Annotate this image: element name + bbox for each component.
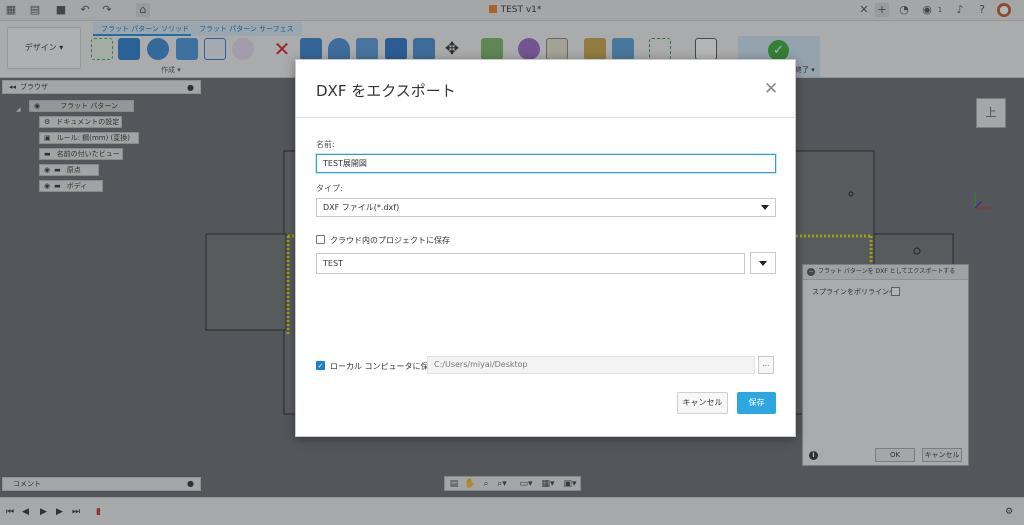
local-save-checkbox[interactable]: ✓ xyxy=(316,361,325,370)
dxf-export-dialog: DXF をエクスポート ✕ 名前: TEST展開図 タイプ: DXF ファイル(… xyxy=(295,59,796,437)
name-label: 名前: xyxy=(316,140,335,149)
chevron-down-icon xyxy=(759,261,767,266)
local-path-field[interactable]: C:/Users/miyai/Desktop xyxy=(427,356,755,374)
project-dropdown-button[interactable] xyxy=(750,252,776,274)
dialog-title: DXF をエクスポート xyxy=(316,82,456,100)
name-input[interactable]: TEST展開図 xyxy=(316,154,776,173)
cloud-save-checkbox[interactable] xyxy=(316,235,325,244)
browse-button[interactable]: ... xyxy=(758,356,774,374)
local-save-label: ローカル コンピュータに保存 xyxy=(330,362,437,371)
type-select[interactable]: DXF ファイル(*.dxf) xyxy=(316,198,776,217)
type-label: タイプ: xyxy=(316,184,343,193)
dialog-divider xyxy=(296,117,795,118)
chevron-down-icon xyxy=(761,205,769,210)
close-icon[interactable]: ✕ xyxy=(764,80,778,98)
save-button[interactable]: 保存 xyxy=(737,392,776,414)
type-select-value: DXF ファイル(*.dxf) xyxy=(323,203,400,212)
cloud-project-field[interactable]: TEST xyxy=(316,253,745,274)
cloud-save-label: クラウド内のプロジェクトに保存 xyxy=(330,236,450,245)
cancel-button[interactable]: キャンセル xyxy=(677,392,728,414)
